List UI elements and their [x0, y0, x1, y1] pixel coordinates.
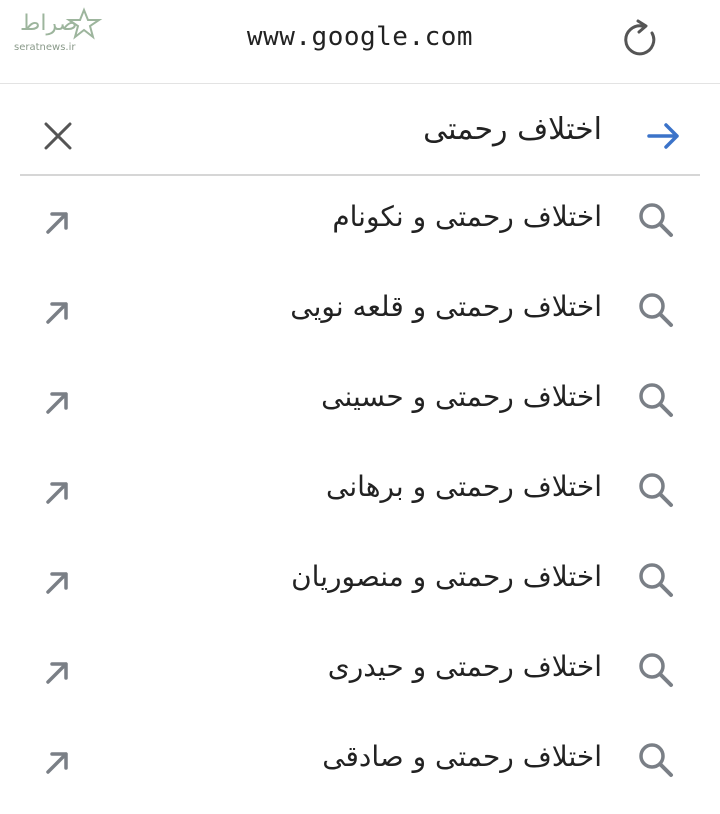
search-icon [636, 740, 676, 780]
suggestion-label: اختلاف رحمتی و نکونام [332, 200, 602, 233]
suggestion-item[interactable]: اختلاف رحمتی و منصوریان [0, 536, 720, 626]
suggestion-item[interactable]: اختلاف رحمتی و صادقی [0, 716, 720, 806]
search-icon [636, 470, 676, 510]
arrow-up-left-icon[interactable] [40, 564, 76, 600]
suggestion-label: اختلاف رحمتی و منصوریان [291, 560, 602, 593]
suggestion-label: اختلاف رحمتی و صادقی [322, 740, 602, 773]
search-query-row: اختلاف رحمتی [20, 92, 700, 176]
arrow-up-left-icon[interactable] [40, 744, 76, 780]
search-icon [636, 560, 676, 600]
arrow-up-left-icon[interactable] [40, 654, 76, 690]
search-input[interactable]: اختلاف رحمتی [423, 112, 602, 147]
arrow-up-left-icon[interactable] [40, 294, 76, 330]
suggestion-item[interactable]: اختلاف رحمتی و نکونام [0, 176, 720, 266]
clear-icon[interactable] [40, 118, 76, 154]
url-text[interactable]: www.google.com [0, 22, 720, 52]
arrow-up-left-icon[interactable] [40, 204, 76, 240]
reload-icon[interactable] [618, 18, 662, 62]
suggestion-item[interactable]: اختلاف رحمتی و قلعه نویی [0, 266, 720, 356]
suggestion-list: اختلاف رحمتی و نکونام اختلاف رحمتی و قلع… [0, 176, 720, 806]
arrow-up-left-icon[interactable] [40, 474, 76, 510]
search-icon [636, 290, 676, 330]
search-icon [636, 200, 676, 240]
suggestion-item[interactable]: اختلاف رحمتی و برهانی [0, 446, 720, 536]
suggestion-label: اختلاف رحمتی و برهانی [326, 470, 602, 503]
suggestion-item[interactable]: اختلاف رحمتی و حیدری [0, 626, 720, 716]
arrow-up-left-icon[interactable] [40, 384, 76, 420]
address-bar: صراط seratnews.ir www.google.com [0, 0, 720, 84]
search-icon [636, 650, 676, 690]
suggestion-label: اختلاف رحمتی و حسینی [321, 380, 602, 413]
suggestion-label: اختلاف رحمتی و قلعه نویی [290, 290, 602, 323]
suggestion-label: اختلاف رحمتی و حیدری [327, 650, 602, 683]
browser-page: صراط seratnews.ir www.google.com اختلاف … [0, 0, 720, 814]
search-icon [636, 380, 676, 420]
suggestion-item[interactable]: اختلاف رحمتی و حسینی [0, 356, 720, 446]
arrow-right-icon[interactable] [644, 116, 684, 156]
